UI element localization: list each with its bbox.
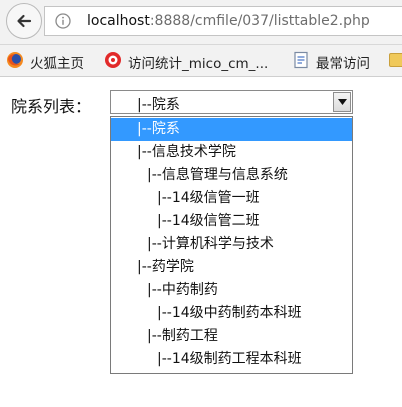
address-bar[interactable]: localhost:8888/cmfile/037/listtable2.php [44,6,402,36]
url-path: :8888/cmfile/037/listtable2.php [149,13,370,29]
dropdown-option[interactable]: |--14级信管一班 [111,187,352,210]
dropdown-option[interactable]: |--信息管理与信息系统 [111,164,352,187]
option-label[interactable]: |--制药工程 [147,325,218,348]
bookmark-analytics[interactable]: 访问统计_mico_cm_... [104,51,284,72]
back-button[interactable] [6,3,42,39]
bookmark-folder-icon[interactable] [389,53,402,67]
url-text[interactable]: localhost:8888/cmfile/037/listtable2.php [87,13,370,29]
url-host: localhost [87,13,150,29]
option-label[interactable]: |--信息管理与信息系统 [147,164,288,187]
chevron-down-icon [338,99,347,105]
bookmark-firefox-home[interactable]: 火狐主页 [6,51,116,72]
bookmark-label: 最常访问 [316,56,370,72]
dropdown-option[interactable]: |--计算机科学与技术 [111,233,352,256]
option-label[interactable]: |--计算机科学与技术 [147,233,274,256]
bookmark-label: 火狐主页 [30,56,84,72]
document-icon [294,51,308,69]
bookmark-most-visited[interactable]: 最常访问 [292,51,387,72]
option-label[interactable]: |--14级制药工程本科班 [157,348,302,371]
option-label[interactable]: |--14级信管一班 [157,187,260,210]
option-label[interactable]: |--信息技术学院 [137,141,236,164]
option-label[interactable]: |--14级中药制药本科班 [157,302,302,325]
department-dropdown-list: |--院系 |--信息技术学院 |--信息管理与信息系统 |--14级信管一班 … [110,116,353,374]
department-select[interactable]: |--院系 [110,90,353,114]
dropdown-option[interactable]: |--药学院 [111,256,352,279]
option-label[interactable]: |--院系 [137,118,180,141]
bookmark-label: 访问统计_mico_cm_... [128,56,269,72]
select-value: |--院系 [137,97,180,113]
dropdown-option[interactable]: |--制药工程 [111,325,352,348]
dropdown-option[interactable]: |--14级信管二班 [111,210,352,233]
option-label[interactable]: |--药学院 [137,256,194,279]
dropdown-option[interactable]: |--信息技术学院 [111,141,352,164]
dropdown-option[interactable]: |--14级中药制药本科班 [111,302,352,325]
firefox-icon [7,52,23,68]
dropdown-option[interactable]: |--院系 [111,118,352,141]
option-label[interactable]: |--中药制药 [147,279,218,302]
info-icon[interactable] [55,13,71,29]
bookmarks-bar: 火狐主页 访问统计_mico_cm_... 最常访问 [0,45,402,77]
back-arrow-icon [17,14,32,28]
dropdown-option[interactable]: |--14级制药工程本科班 [111,348,352,371]
dropdown-option[interactable]: |--中药制药 [111,279,352,302]
browser-navbar: localhost:8888/cmfile/037/listtable2.php [0,0,402,45]
analytics-icon [105,52,121,68]
dropdown-toggle[interactable] [333,92,351,112]
option-label[interactable]: |--14级信管二班 [157,210,260,233]
department-list-label: 院系列表： [11,97,92,116]
